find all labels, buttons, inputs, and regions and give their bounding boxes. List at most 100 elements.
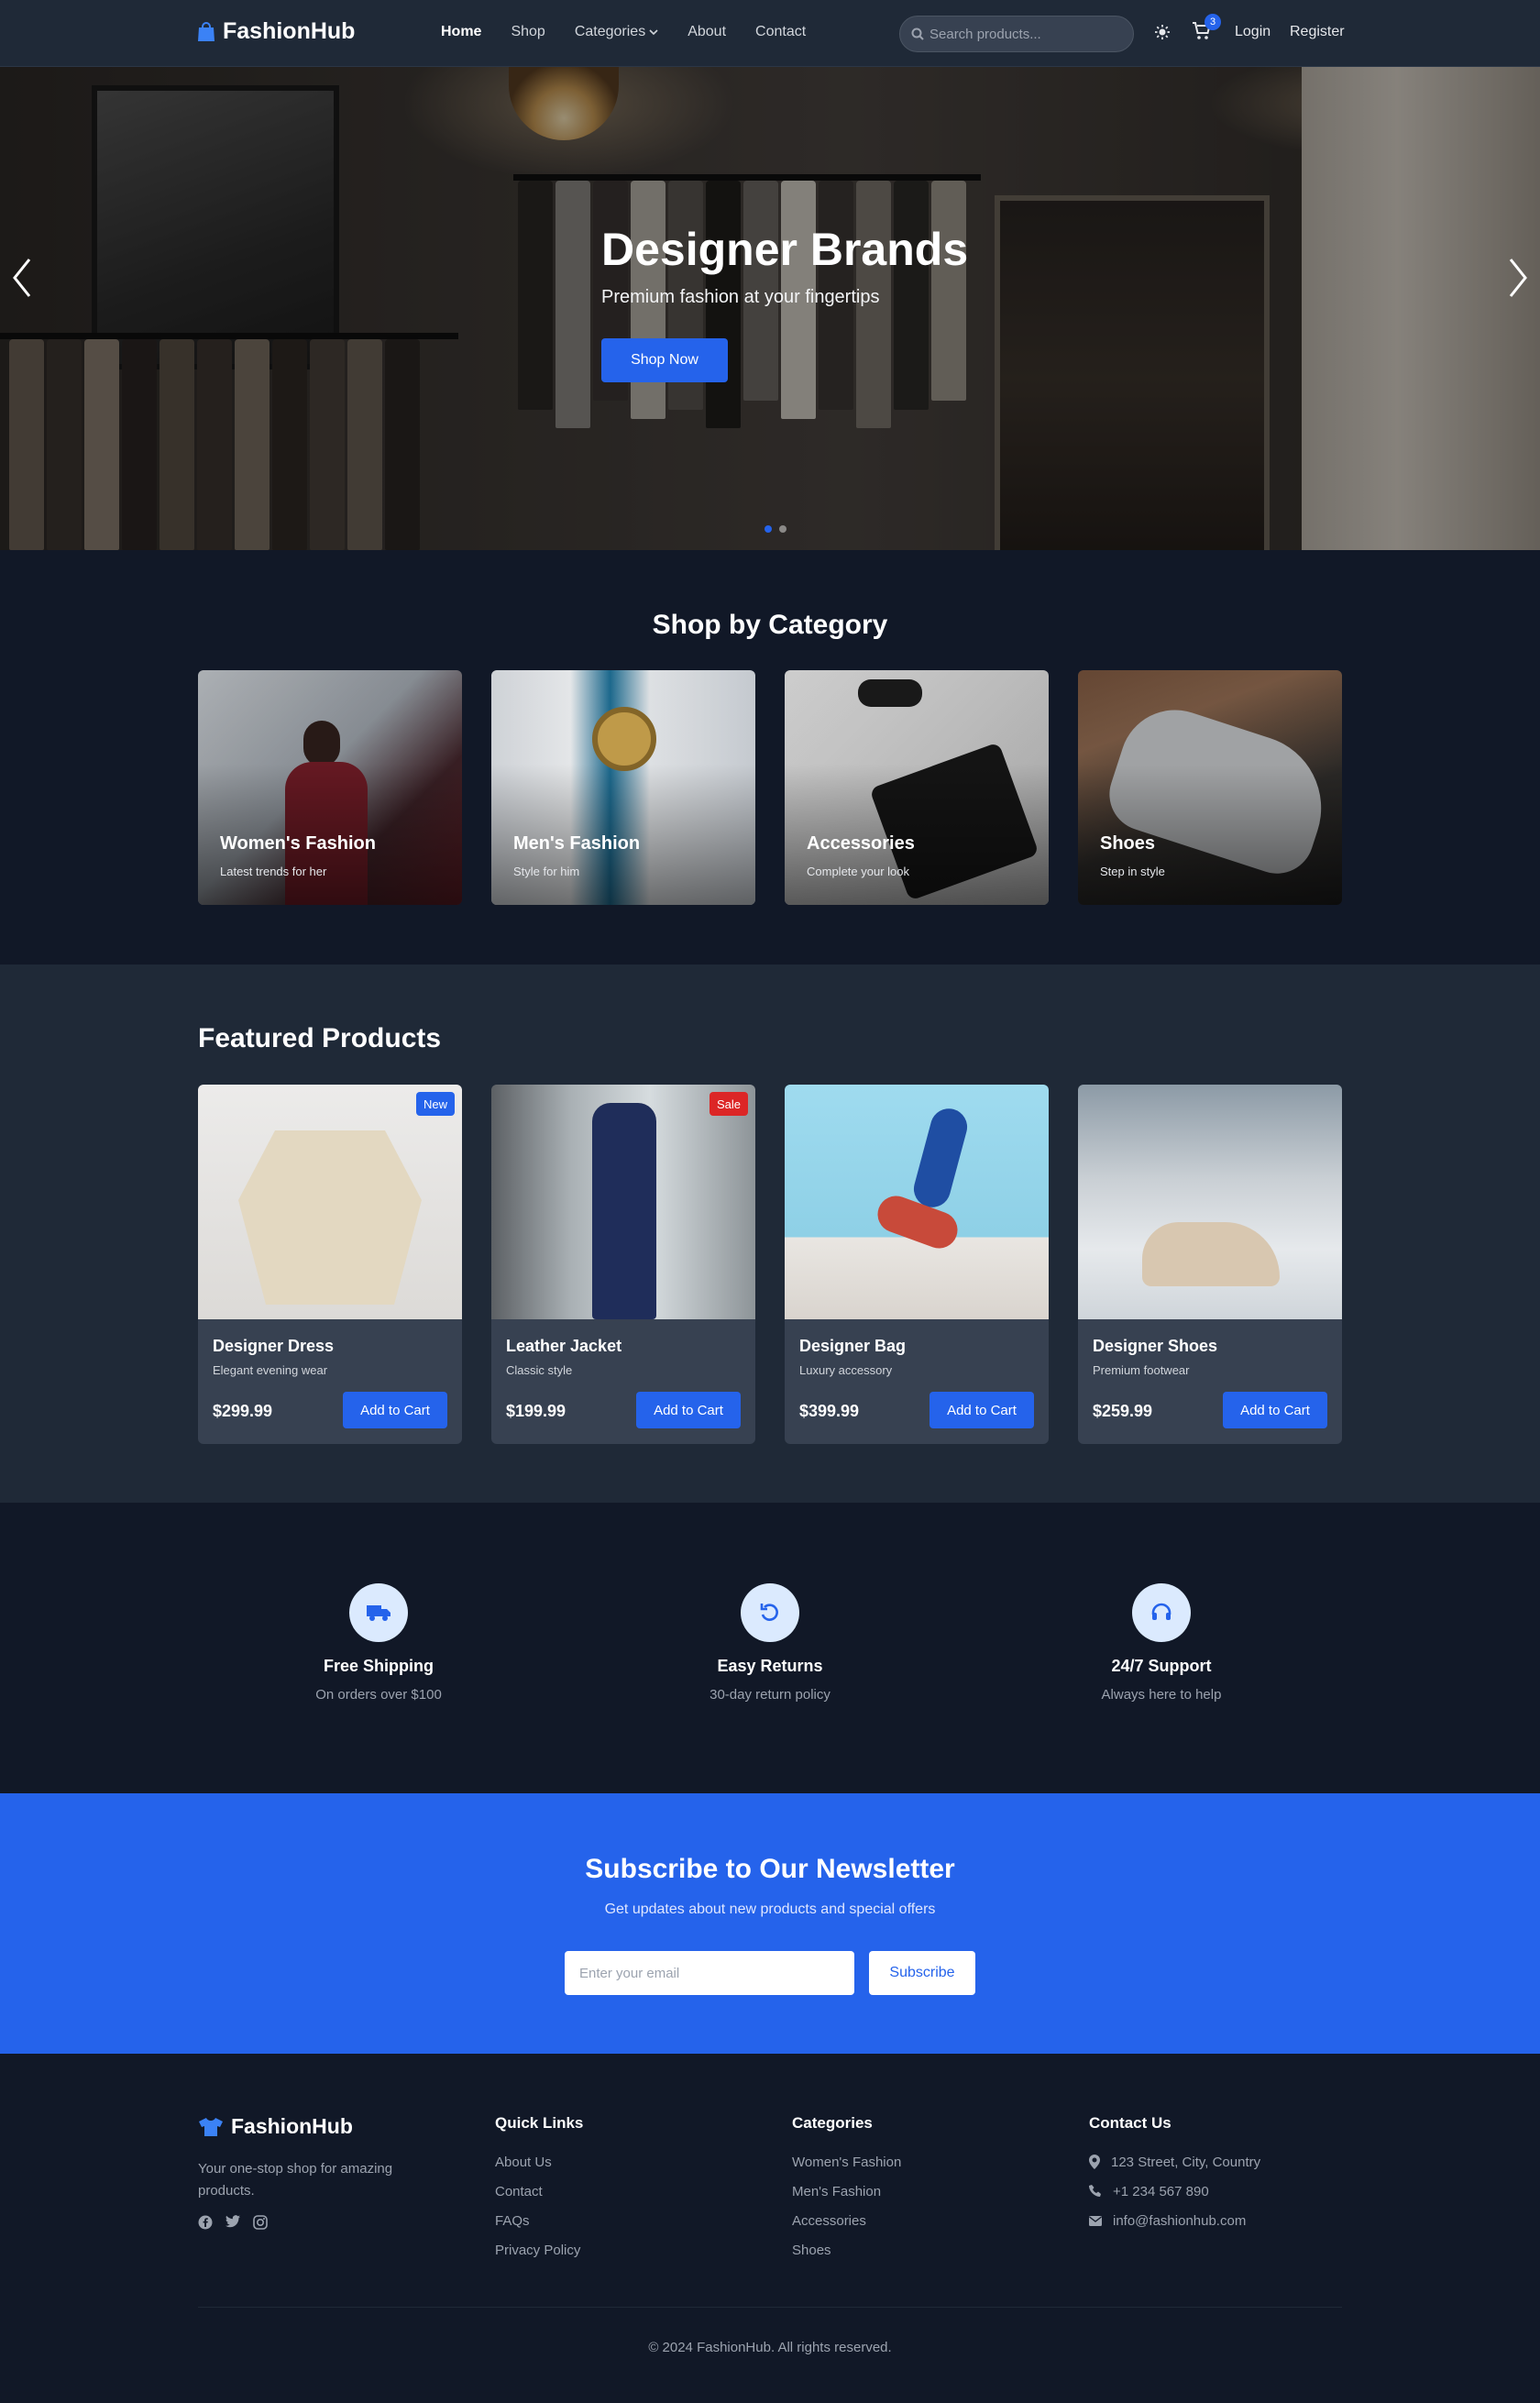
- product-image: [1078, 1085, 1342, 1319]
- carousel-prev-button[interactable]: [4, 250, 40, 305]
- brand-logo[interactable]: FashionHub: [197, 18, 355, 45]
- product-name: Designer Shoes: [1093, 1337, 1218, 1355]
- feature-support: 24/7 Support Always here to help: [1024, 1583, 1299, 1703]
- category-name: Men's Fashion: [513, 833, 641, 854]
- contact-phone[interactable]: +1 234 567 890: [1089, 2177, 1260, 2206]
- footer-column-title: Categories: [792, 2114, 873, 2132]
- newsletter-title: Subscribe to Our Newsletter: [585, 1854, 955, 1884]
- product-desc: Luxury accessory: [799, 1363, 893, 1377]
- category-desc: Style for him: [513, 865, 580, 878]
- search-input[interactable]: [930, 26, 1113, 42]
- subscribe-button[interactable]: Subscribe: [869, 1951, 975, 1995]
- category-card-mens[interactable]: Men's Fashion Style for him: [491, 670, 755, 905]
- feature-desc: Always here to help: [1101, 1687, 1222, 1703]
- category-section-title: Shop by Category: [652, 610, 888, 640]
- register-link[interactable]: Register: [1290, 24, 1345, 40]
- product-card[interactable]: Designer Shoes Premium footwear $259.99 …: [1078, 1085, 1342, 1444]
- feature-title: Easy Returns: [717, 1657, 823, 1675]
- map-pin-icon: [1089, 2155, 1100, 2169]
- footer-link[interactable]: Women's Fashion: [792, 2147, 901, 2177]
- carousel-dot[interactable]: [764, 525, 772, 533]
- nav-contact[interactable]: Contact: [755, 24, 806, 40]
- featured-products-section: Featured Products New Designer Dress Ele…: [0, 965, 1540, 1503]
- footer-link[interactable]: Contact: [495, 2177, 583, 2206]
- facebook-icon[interactable]: [198, 2215, 213, 2230]
- shopping-bag-icon: [198, 21, 214, 41]
- instagram-icon[interactable]: [253, 2215, 268, 2230]
- nav-shop[interactable]: Shop: [511, 24, 544, 40]
- return-icon: [741, 1583, 799, 1642]
- category-desc: Latest trends for her: [220, 865, 327, 878]
- hero-subtitle: Premium fashion at your fingertips: [601, 287, 880, 307]
- add-to-cart-button[interactable]: Add to Cart: [343, 1392, 447, 1428]
- footer-link[interactable]: Accessories: [792, 2206, 901, 2235]
- category-desc: Step in style: [1100, 865, 1165, 878]
- chevron-left-icon: [13, 259, 31, 297]
- nav-categories[interactable]: Categories: [575, 24, 658, 40]
- theme-toggle-button[interactable]: [1154, 24, 1171, 45]
- feature-easy-returns: Easy Returns 30-day return policy: [632, 1583, 908, 1703]
- search-box: [899, 16, 1134, 52]
- category-card-shoes[interactable]: Shoes Step in style: [1078, 670, 1342, 905]
- newsletter-subtitle: Get updates about new products and speci…: [604, 1901, 936, 1917]
- category-desc: Complete your look: [807, 865, 909, 878]
- footer-quick-links: Quick Links About Us Contact FAQs Privac…: [495, 2114, 583, 2265]
- carousel-next-button[interactable]: [1500, 250, 1536, 305]
- phone-icon: [1089, 2185, 1101, 2197]
- envelope-icon: [1089, 2215, 1102, 2226]
- product-card[interactable]: New Designer Dress Elegant evening wear …: [198, 1085, 462, 1444]
- footer-tagline: Your one-stop shop for amazing products.: [198, 2161, 393, 2199]
- footer-column-title: Quick Links: [495, 2114, 584, 2132]
- featured-section-title: Featured Products: [198, 1023, 442, 1053]
- product-image: [785, 1085, 1049, 1319]
- shop-now-button[interactable]: Shop Now: [601, 338, 728, 382]
- carousel-dot[interactable]: [779, 525, 786, 533]
- footer-contact: Contact Us 123 Street, City, Country +1 …: [1089, 2114, 1260, 2235]
- feature-title: Free Shipping: [323, 1657, 434, 1675]
- feature-desc: 30-day return policy: [710, 1687, 830, 1703]
- hero-title: Designer Brands: [601, 224, 969, 275]
- footer-copyright: © 2024 FashionHub. All rights reserved.: [648, 2340, 892, 2355]
- product-card[interactable]: Sale Leather Jacket Classic style $199.9…: [491, 1085, 755, 1444]
- contact-email-text: info@fashionhub.com: [1113, 2212, 1247, 2229]
- product-desc: Elegant evening wear: [213, 1363, 328, 1377]
- site-footer: FashionHub Your one-stop shop for amazin…: [0, 2054, 1540, 2403]
- product-desc: Classic style: [506, 1363, 573, 1377]
- nav-about[interactable]: About: [688, 24, 726, 40]
- features-section: Free Shipping On orders over $100 Easy R…: [0, 1503, 1540, 1793]
- brand-name: FashionHub: [223, 18, 356, 44]
- category-section: Shop by Category Women's Fashion Latest …: [0, 550, 1540, 965]
- product-card[interactable]: Designer Bag Luxury accessory $399.99 Ad…: [785, 1085, 1049, 1444]
- tshirt-icon: [199, 2117, 223, 2136]
- category-name: Shoes: [1100, 833, 1156, 854]
- footer-link[interactable]: Privacy Policy: [495, 2235, 583, 2265]
- footer-link[interactable]: Shoes: [792, 2235, 901, 2265]
- cart-button[interactable]: 3: [1192, 14, 1221, 45]
- product-badge: Sale: [709, 1092, 748, 1116]
- newsletter-section: Subscribe to Our Newsletter Get updates …: [0, 1793, 1540, 2054]
- product-name: Leather Jacket: [506, 1337, 622, 1355]
- add-to-cart-button[interactable]: Add to Cart: [636, 1392, 741, 1428]
- feature-desc: On orders over $100: [315, 1687, 442, 1703]
- twitter-icon[interactable]: [226, 2215, 240, 2228]
- category-card-womens[interactable]: Women's Fashion Latest trends for her: [198, 670, 462, 905]
- product-price: $199.99: [506, 1402, 566, 1420]
- product-price: $259.99: [1093, 1402, 1153, 1420]
- newsletter-email-input[interactable]: [565, 1951, 854, 1995]
- product-badge: New: [415, 1092, 455, 1116]
- contact-email[interactable]: info@fashionhub.com: [1089, 2206, 1260, 2235]
- carousel-indicators: [764, 525, 786, 533]
- login-link[interactable]: Login: [1235, 24, 1270, 40]
- footer-link[interactable]: About Us: [495, 2147, 583, 2177]
- footer-link[interactable]: Men's Fashion: [792, 2177, 901, 2206]
- footer-divider: [198, 2307, 1342, 2308]
- footer-logo[interactable]: FashionHub: [198, 2114, 353, 2139]
- add-to-cart-button[interactable]: Add to Cart: [1223, 1392, 1327, 1428]
- sun-icon: [1155, 25, 1170, 39]
- category-card-accessories[interactable]: Accessories Complete your look: [785, 670, 1049, 905]
- chevron-down-icon: [649, 29, 658, 36]
- footer-link[interactable]: FAQs: [495, 2206, 583, 2235]
- product-name: Designer Bag: [799, 1337, 907, 1355]
- nav-home[interactable]: Home: [441, 24, 481, 40]
- add-to-cart-button[interactable]: Add to Cart: [930, 1392, 1034, 1428]
